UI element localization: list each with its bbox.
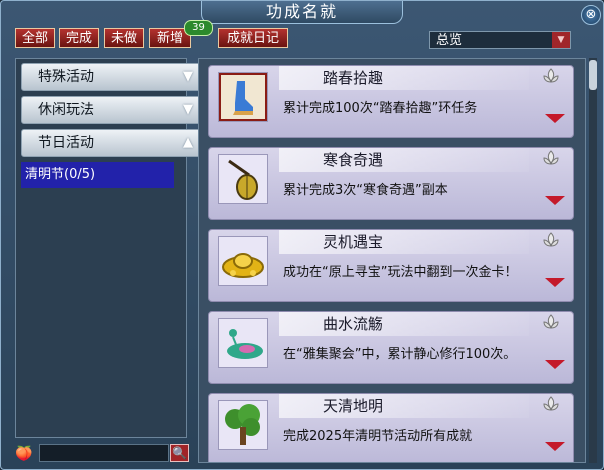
category-festival[interactable]: 节日活动 ▲: [21, 129, 204, 157]
tab-all[interactable]: 全部: [15, 28, 55, 48]
tab-not-done[interactable]: 未做: [104, 28, 144, 48]
achievement-desc: 成功在“原上寻宝”玩法中翻到一次金卡！: [283, 265, 518, 280]
achievement-card[interactable]: 灵机遇宝 成功在“原上寻宝”玩法中翻到一次金卡！: [208, 229, 574, 302]
category-label: 特殊活动: [38, 69, 94, 85]
expand-arrow-icon[interactable]: [545, 278, 565, 287]
achievement-title: 天清地明: [279, 394, 529, 418]
peach-icon: 🍑: [15, 446, 33, 462]
achievement-desc: 完成2025年清明节活动所有成就: [283, 429, 473, 444]
lotus-cup-icon: [218, 318, 268, 368]
expand-arrow-icon[interactable]: [545, 114, 565, 123]
lotus-status-icon: [543, 232, 559, 247]
achievement-card[interactable]: 寒食奇遇 累计完成3次“寒食奇遇”副本: [208, 147, 574, 220]
lotus-status-icon: [543, 314, 559, 329]
achievement-desc: 在“雅集聚会”中，累计静心修行100次。: [283, 347, 517, 362]
category-panel: 特殊活动 ▼ 休闲玩法 ▼ 节日活动 ▲ 清明节(0/5): [15, 58, 204, 438]
tab-diary[interactable]: 成就日记: [218, 28, 288, 48]
lotus-status-icon: [543, 68, 559, 83]
lantern-icon: [218, 154, 268, 204]
tree-icon: [218, 400, 268, 450]
boots-icon: [218, 72, 268, 122]
filter-selected: 总览: [436, 33, 463, 48]
tab-completed[interactable]: 完成: [59, 28, 99, 48]
gold-ingot-icon: [218, 236, 268, 286]
achievement-list: 踏春拾趣 累计完成100次“踏春拾趣”环任务 寒食奇遇 累计完成3次“寒食奇遇”…: [198, 58, 586, 463]
category-label: 节日活动: [38, 135, 94, 151]
achievement-title: 灵机遇宝: [279, 230, 529, 254]
chevron-up-icon: ▲: [183, 135, 193, 150]
chevron-down-icon: ▼: [183, 102, 193, 117]
category-leisure[interactable]: 休闲玩法 ▼: [21, 96, 204, 124]
window-title: 功成名就: [201, 1, 403, 24]
search-button[interactable]: 🔍: [170, 444, 189, 462]
expand-arrow-icon[interactable]: [545, 360, 565, 369]
achievement-title: 曲水流觞: [279, 312, 529, 336]
achievement-desc: 累计完成100次“踏春拾趣”环任务: [283, 101, 478, 116]
filter-dropdown[interactable]: 总览 ▼: [429, 31, 571, 49]
lotus-status-icon: [543, 396, 559, 411]
new-count-badge: 39: [184, 20, 213, 36]
chevron-down-icon: ▼: [183, 69, 193, 84]
subcategory-qingming[interactable]: 清明节(0/5): [21, 162, 174, 188]
close-button[interactable]: ⊗: [581, 5, 601, 25]
category-label: 休闲玩法: [38, 102, 94, 118]
list-scrollbar[interactable]: [589, 58, 597, 463]
chevron-down-icon[interactable]: ▼: [552, 32, 570, 48]
search-input[interactable]: [39, 444, 169, 462]
expand-arrow-icon[interactable]: [545, 196, 565, 205]
achievement-title: 踏春拾趣: [279, 66, 529, 90]
achievement-desc: 累计完成3次“寒食奇遇”副本: [283, 183, 448, 198]
achievement-card[interactable]: 天清地明 完成2025年清明节活动所有成就: [208, 393, 574, 462]
achievement-title: 寒食奇遇: [279, 148, 529, 172]
category-special-events[interactable]: 特殊活动 ▼: [21, 63, 204, 91]
expand-arrow-icon[interactable]: [545, 442, 565, 451]
scrollbar-thumb[interactable]: [589, 60, 597, 90]
lotus-status-icon: [543, 150, 559, 165]
achievement-card[interactable]: 曲水流觞 在“雅集聚会”中，累计静心修行100次。: [208, 311, 574, 384]
achievement-window: 功成名就 ⊗ 全部 完成 未做 新增 39 成就日记 总览 ▼ 特殊活动 ▼ 休…: [0, 0, 604, 470]
achievement-card[interactable]: 踏春拾趣 累计完成100次“踏春拾趣”环任务: [208, 65, 574, 138]
